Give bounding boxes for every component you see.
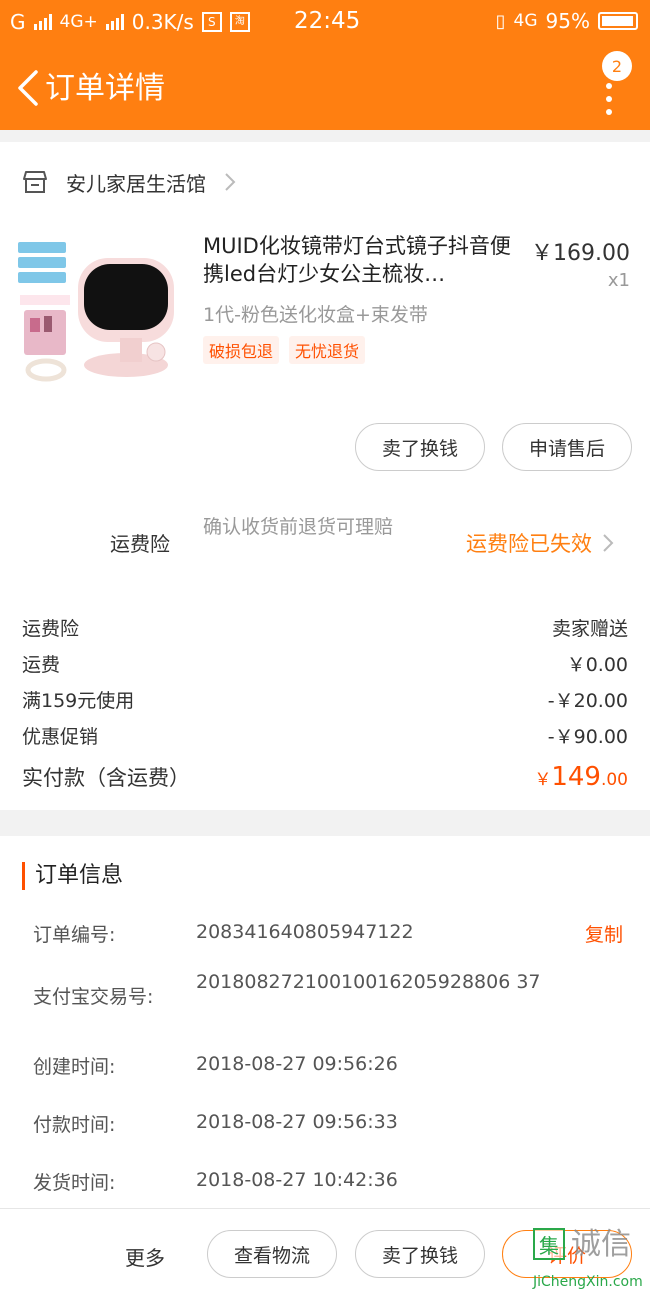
shop-icon <box>23 171 47 193</box>
signal-icon <box>33 14 52 30</box>
copy-order-number-button[interactable]: 复制 <box>585 920 623 947</box>
vibrate-icon: ▯ <box>495 10 506 32</box>
insurance-status: 运费险已失效 <box>466 532 592 556</box>
total-integer: 149 <box>551 762 601 792</box>
alipay-trade-label: 支付宝交易号: <box>33 986 154 1008</box>
alipay-trade-value: 20180827210010016205928806 37 <box>196 971 541 993</box>
clock: 22:45 <box>294 8 361 34</box>
order-info-card <box>0 836 650 1208</box>
sell-item-button[interactable]: 卖了换钱 <box>355 423 485 471</box>
network-label-2: 4G <box>513 11 538 31</box>
tag-worry-free-return: 无忧退货 <box>289 336 366 364</box>
fee-label: 运费 <box>22 654 61 676</box>
tag-damage-return: 破损包退 <box>203 336 280 364</box>
speed-label: 0.3K/s <box>131 10 194 34</box>
product-image[interactable] <box>16 240 186 385</box>
service-tags: 破损包退 无忧退货 <box>203 336 366 364</box>
product-price: ￥169.00 <box>531 241 630 266</box>
fee-row-insurance: 运费险 卖家赠送 <box>22 614 628 641</box>
shop-header[interactable]: 安儿家居生活馆 <box>22 170 236 196</box>
battery-icon <box>598 12 638 30</box>
shipped-time-value: 2018-08-27 10:42:36 <box>196 1169 398 1191</box>
fee-value: -￥20.00 <box>547 690 628 712</box>
product-sku: 1代-粉色送化妆盒+束发带 <box>203 304 428 326</box>
total-payment-row: 实付款（含运费） ￥149.00 <box>22 762 628 792</box>
total-label: 实付款（含运费） <box>22 766 190 790</box>
fee-value: 卖家赠送 <box>551 618 628 640</box>
page-title: 订单详情 <box>45 71 165 106</box>
insurance-label: 运费险 <box>110 532 170 556</box>
back-arrow-icon[interactable] <box>14 69 42 107</box>
fee-row-shipping: 运费 ￥0.00 <box>22 650 628 677</box>
order-info-title: 订单信息 <box>22 862 123 890</box>
network-label: 4G+ <box>59 12 98 32</box>
order-number-label: 订单编号: <box>33 924 116 946</box>
fee-value: -￥90.00 <box>547 726 628 748</box>
paid-time-value: 2018-08-27 09:56:33 <box>196 1111 398 1133</box>
sell-item-bottom-button[interactable]: 卖了换钱 <box>355 1230 485 1278</box>
chevron-right-icon <box>603 534 614 552</box>
top-bar: G 4G+ 0.3K/s S 淘 22:45 ▯ 4G 95% 订单详情 2 <box>0 0 650 130</box>
fee-label: 满159元使用 <box>22 690 135 712</box>
signal-icon-2 <box>105 14 124 30</box>
insurance-description: 确认收货前退货可理赔 <box>203 516 394 538</box>
taobao-icon: 淘 <box>229 12 250 32</box>
carrier-label: G <box>10 10 26 34</box>
after-sale-button[interactable]: 申请售后 <box>502 423 632 471</box>
review-button[interactable]: 评价 <box>502 1230 632 1278</box>
more-menu-icon[interactable] <box>605 83 613 125</box>
more-button[interactable]: 更多 <box>125 1242 165 1271</box>
nav-bar: 订单详情 2 <box>0 51 650 125</box>
fee-row-promotion: 优惠促销 -￥90.00 <box>22 722 628 749</box>
product-title[interactable]: MUID化妆镜带灯台式镜子抖音便携led台灯少女公主梳妆… <box>203 232 521 288</box>
shipped-time-label: 发货时间: <box>33 1172 116 1194</box>
shop-name: 安儿家居生活馆 <box>66 171 206 196</box>
message-count-badge[interactable]: 2 <box>602 51 632 81</box>
created-time-label: 创建时间: <box>33 1056 116 1078</box>
view-logistics-button[interactable]: 查看物流 <box>207 1230 337 1278</box>
chevron-right-icon <box>225 173 236 191</box>
fee-value: ￥0.00 <box>566 654 628 676</box>
status-bar: G 4G+ 0.3K/s S 淘 22:45 ▯ 4G 95% <box>0 0 650 45</box>
product-quantity: x1 <box>607 270 630 291</box>
total-decimal: .00 <box>600 770 628 790</box>
created-time-value: 2018-08-27 09:56:26 <box>196 1053 398 1075</box>
battery-percent: 95% <box>545 9 590 33</box>
fee-row-coupon: 满159元使用 -￥20.00 <box>22 686 628 713</box>
fee-label: 优惠促销 <box>22 726 99 748</box>
paid-time-label: 付款时间: <box>33 1114 116 1136</box>
insurance-status-link[interactable]: 运费险已失效 <box>466 528 614 558</box>
s-app-icon: S <box>201 12 222 32</box>
order-number-value: 208341640805947122 <box>196 921 414 943</box>
total-currency: ￥ <box>534 770 552 790</box>
total-amount: ￥149.00 <box>534 762 628 792</box>
fee-label: 运费险 <box>22 618 80 640</box>
